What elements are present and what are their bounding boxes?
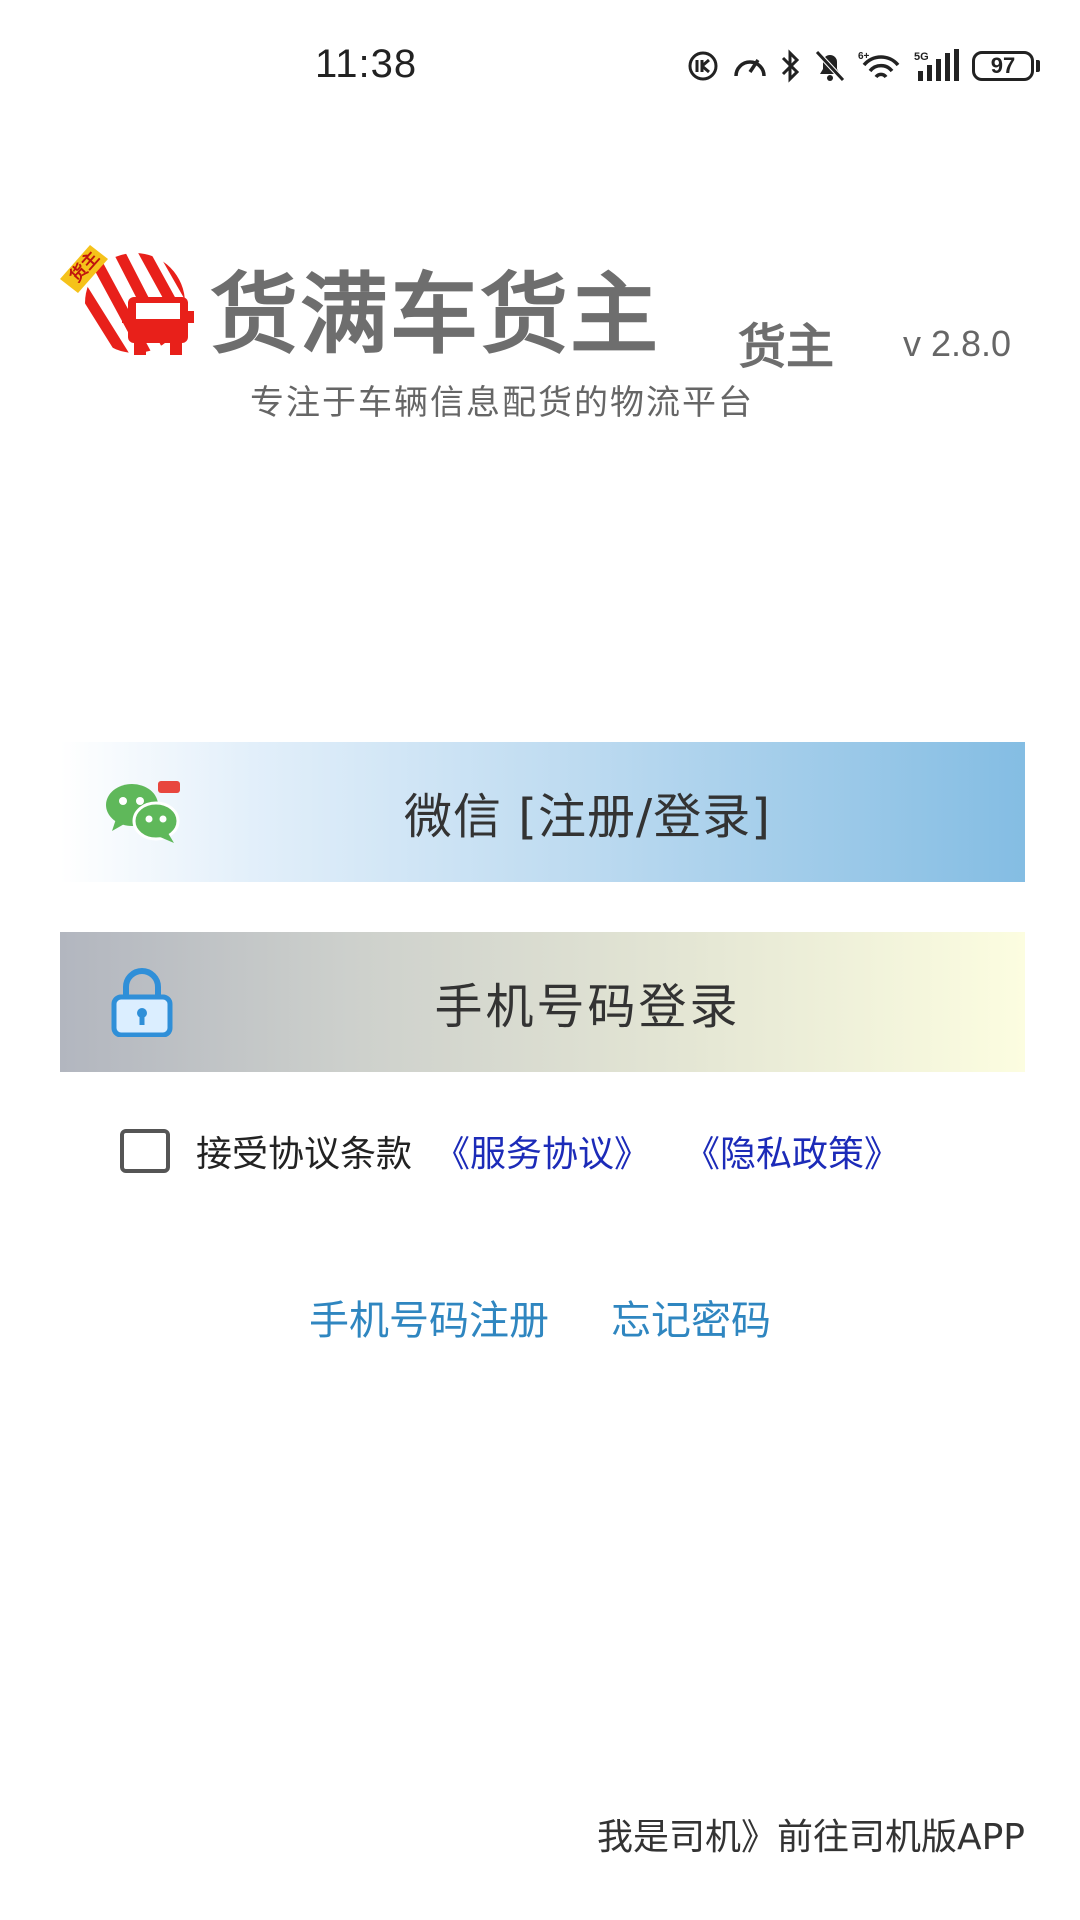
bell-muted-icon: [814, 49, 846, 83]
wifi-icon: 6+: [858, 49, 902, 83]
app-header: 货主 货满车货主 货主 v 2.8.0 专注于车辆信息配货的物流平台: [60, 245, 1040, 425]
wechat-login-label: 微信 [注册/登录]: [404, 789, 771, 845]
battery-level: 97: [972, 51, 1034, 81]
bluetooth-icon: [780, 49, 802, 83]
app-name: 货满车货主: [210, 263, 661, 366]
battery-icon: 97: [972, 51, 1040, 81]
speedometer-icon: [732, 50, 768, 82]
phone-login-button[interactable]: 手机号码登录: [60, 932, 1025, 1072]
app-version: v 2.8.0: [903, 323, 1012, 364]
signal-5g-icon: 5G: [914, 49, 960, 83]
app-tag: 货主: [738, 319, 835, 375]
phone-login-label: 手机号码登录: [434, 979, 741, 1035]
app-slogan: 专注于车辆信息配货的物流平台: [250, 383, 754, 423]
account-links: 手机号码注册 忘记密码: [0, 1288, 1080, 1346]
agreement-text: 接受协议条款: [196, 1134, 413, 1175]
svg-text:5G: 5G: [914, 51, 929, 63]
privacy-policy-link[interactable]: 《隐私政策》: [684, 1125, 900, 1177]
status-icons: 6+ 5G 97: [686, 46, 1040, 86]
agreement-row: 接受协议条款 《服务协议》 《隐私政策》: [120, 1122, 900, 1180]
wechat-login-button[interactable]: 微信 [注册/登录]: [60, 742, 1025, 882]
service-agreement-link[interactable]: 《服务协议》: [434, 1125, 650, 1177]
driver-app-link[interactable]: 我是司机》前往司机版APP: [597, 1808, 1025, 1860]
app-logo: 货主: [60, 245, 195, 365]
agreement-checkbox[interactable]: [120, 1129, 170, 1173]
forgot-password-link[interactable]: 忘记密码: [611, 1288, 771, 1346]
phone-register-link[interactable]: 手机号码注册: [309, 1288, 549, 1346]
status-bar: 11:38 6+ 5G 97: [0, 0, 1080, 130]
nfc-icon: [686, 49, 720, 83]
status-time: 11:38: [315, 42, 418, 86]
